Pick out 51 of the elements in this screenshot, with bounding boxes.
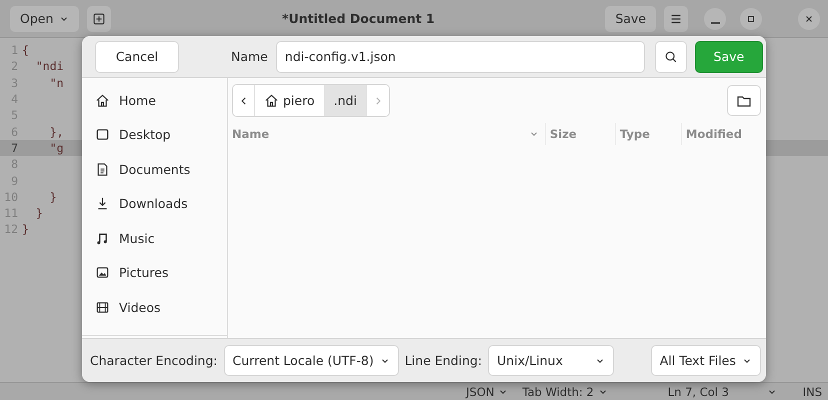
open-button[interactable]: Open [10, 6, 80, 32]
language-selector[interactable]: JSON [466, 384, 508, 398]
code-text: } [48, 190, 57, 204]
code-text: { [22, 43, 29, 58]
encoding-dropdown[interactable]: Current Locale (UTF-8) [224, 345, 399, 376]
cancel-button[interactable]: Cancel [95, 40, 179, 72]
new-tab-button[interactable] [87, 6, 112, 32]
menu-button[interactable] [664, 6, 688, 32]
new-tab-icon [92, 12, 106, 26]
sidebar-item[interactable]: Pictures [82, 256, 227, 290]
sidebar-item[interactable]: Videos [82, 290, 227, 324]
window-title: *Untitled Document 1 [281, 11, 436, 26]
line-ending-label: Line Ending: [404, 353, 482, 368]
sidebar-item[interactable]: Downloads [82, 186, 227, 221]
code-text: "g [48, 140, 64, 155]
sidebar-item[interactable]: Documents [82, 152, 227, 186]
tab-width-selector[interactable]: Tab Width: 2 [522, 384, 608, 398]
sidebar-item[interactable]: Music [82, 221, 227, 256]
music-icon [95, 230, 110, 246]
search-button[interactable] [654, 40, 687, 72]
line-ending-dropdown[interactable]: Unix/Linux [488, 345, 614, 376]
minimize-icon [710, 22, 720, 24]
name-label: Name [231, 49, 268, 64]
sidebar-item[interactable]: Home [82, 83, 227, 118]
insert-mode: INS [802, 384, 822, 398]
cursor-position: Ln 7, Col 3 [668, 384, 729, 398]
maximize-icon [746, 14, 756, 24]
documents-icon [95, 162, 110, 177]
new-folder-button[interactable] [726, 85, 761, 116]
line-number: 7 [10, 140, 18, 155]
code-text: "n [48, 76, 64, 90]
sidebar-item[interactable]: Desktop [82, 118, 227, 152]
file-name-field[interactable]: ndi-config.v1.json [276, 40, 645, 72]
desktop-icon [95, 127, 110, 142]
search-icon [664, 50, 678, 64]
code-text: "ndi [34, 59, 64, 74]
videos-icon [95, 300, 110, 315]
file-filter-dropdown[interactable]: All Text Files [650, 345, 761, 376]
code-text: } [22, 222, 29, 236]
close-button[interactable] [798, 8, 820, 30]
path-button[interactable]: .ndi [324, 85, 367, 116]
pictures-icon [95, 265, 110, 280]
home-icon [95, 92, 110, 108]
code-text: } [34, 206, 43, 220]
home-icon [264, 93, 279, 108]
close-icon [804, 14, 814, 24]
encoding-label: Character Encoding: [90, 353, 218, 368]
save-button[interactable]: Save [605, 6, 656, 32]
minimize-button[interactable] [704, 8, 726, 30]
code-text: }, [48, 124, 64, 139]
maximize-button[interactable] [740, 8, 762, 30]
